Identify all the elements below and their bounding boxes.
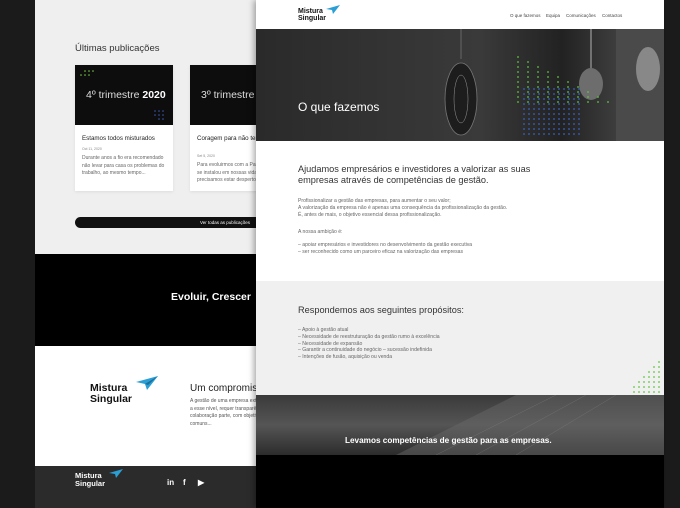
company-logo[interactable]: Mistura Singular — [90, 382, 132, 405]
linkedin-icon[interactable]: in — [167, 478, 174, 487]
nav-equipa[interactable]: Equipa — [546, 13, 560, 18]
back-page: Últimas publicações 4º trimestre 2020 Es… — [35, 0, 267, 508]
ambition-list: – apoiar empresários e investidores no d… — [298, 242, 473, 255]
youtube-icon[interactable]: ▶ — [198, 478, 204, 487]
paper-plane-icon — [326, 5, 340, 14]
intro-paragraph: Profissionalizar a gestão das empresas, … — [298, 198, 508, 218]
publication-card[interactable]: 4º trimestre 2020 Estamos todos misturad… — [75, 65, 173, 191]
paper-plane-icon — [136, 376, 158, 390]
facebook-icon[interactable]: f — [183, 478, 186, 487]
hero-banner: O que fazemos — [256, 29, 664, 141]
front-page: Mistura Singular O que fazemos Equipa Com… — [256, 0, 664, 508]
purposes-list: – Apoio à gestão atual – Necessidade de … — [298, 327, 440, 361]
building-banner — [256, 395, 664, 455]
card-excerpt: Durante anos a fio era recomendado não l… — [82, 155, 165, 176]
back-footer — [35, 466, 267, 508]
paper-plane-icon — [109, 469, 123, 478]
slogan-text: Evoluir, Crescer — [171, 291, 251, 303]
nav-contactos[interactable]: Contactos — [602, 13, 622, 18]
ambition-label: A nossa ambição é: — [298, 229, 343, 235]
company-logo[interactable]: Mistura Singular — [298, 8, 326, 23]
card-date: Oct 11, 2020 — [82, 147, 102, 151]
top-navigation: Mistura Singular O que fazemos Equipa Com… — [256, 0, 664, 29]
card-image: 4º trimestre 2020 — [75, 65, 173, 125]
card-title[interactable]: Estamos todos misturados — [82, 135, 168, 143]
nav-comunicacoes[interactable]: Comunicações — [566, 13, 596, 18]
nav-o-que-fazemos[interactable]: O que fazemos — [510, 13, 541, 18]
banner-text: Levamos competências de gestão para as e… — [345, 436, 552, 445]
purposes-title: Respondemos aos seguintes propósitos: — [298, 305, 464, 315]
lightbulb-image — [444, 29, 664, 141]
card-date: Set 5, 2020 — [197, 154, 215, 158]
building-image — [396, 395, 664, 455]
dot-pattern-icon — [80, 70, 164, 120]
all-publications-button[interactable]: Ver todas as publicações — [75, 217, 267, 228]
front-footer — [256, 455, 664, 508]
footer-logo[interactable]: Mistura Singular — [75, 472, 105, 488]
hero-title: O que fazemos — [298, 100, 380, 114]
publications-title: Últimas publicações — [75, 43, 160, 54]
intro-heading: Ajudamos empresários e investidores a va… — [298, 164, 531, 185]
